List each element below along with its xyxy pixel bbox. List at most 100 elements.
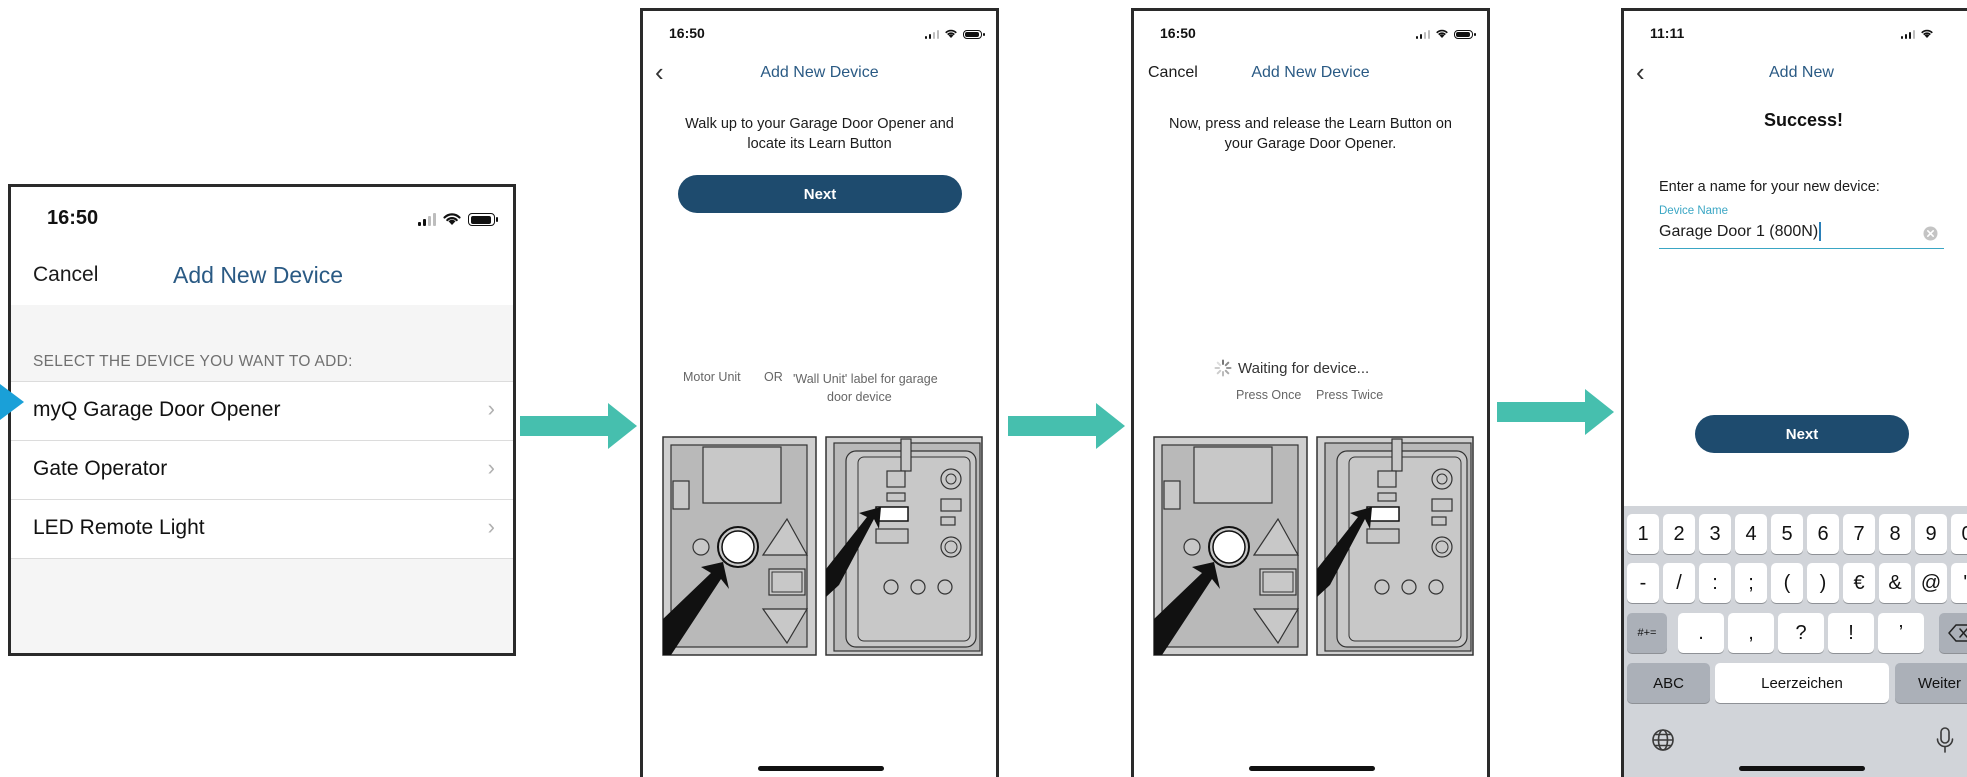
device-name-input[interactable]: Garage Door 1 (800N) xyxy=(1659,222,1821,241)
key-more-symbols[interactable]: #+= xyxy=(1627,613,1667,653)
key-symbol-4[interactable]: ( xyxy=(1771,563,1803,603)
list-item-gate-operator[interactable]: Gate Operator › xyxy=(11,440,513,499)
key-symbol-5[interactable]: ) xyxy=(1807,563,1839,603)
key-punct-4[interactable]: ’ xyxy=(1878,613,1924,653)
battery-icon xyxy=(963,30,985,39)
key-digit-2[interactable]: 3 xyxy=(1699,514,1731,554)
key-digit-4[interactable]: 5 xyxy=(1771,514,1803,554)
clear-icon[interactable] xyxy=(1923,226,1938,241)
battery-icon xyxy=(1454,30,1476,39)
key-space[interactable]: Leerzeichen xyxy=(1715,663,1889,703)
list-item-garage-door-opener[interactable]: myQ Garage Door Opener › xyxy=(11,381,513,440)
key-symbol-8[interactable]: @ xyxy=(1915,563,1947,603)
status-icons xyxy=(418,211,498,226)
key-symbol-7[interactable]: & xyxy=(1879,563,1911,603)
key-digit-3[interactable]: 4 xyxy=(1735,514,1767,554)
waiting-status: Waiting for device... xyxy=(1214,359,1369,377)
label-wall-unit: 'Wall Unit' label for garage door device xyxy=(793,372,938,404)
key-symbol-3[interactable]: ; xyxy=(1735,563,1767,603)
label-press-once: Press Once xyxy=(1236,388,1302,402)
status-time: 16:50 xyxy=(669,25,705,41)
battery-icon xyxy=(468,213,498,226)
key-digit-7[interactable]: 8 xyxy=(1879,514,1911,554)
learn-button-illustration xyxy=(1153,436,1474,656)
key-digit-9[interactable]: 0 xyxy=(1951,514,1967,554)
learn-button-illustration xyxy=(662,436,983,656)
page-title: Add New xyxy=(1769,64,1834,81)
text-cursor xyxy=(1819,222,1821,241)
flow-arrow-icon xyxy=(1008,403,1125,449)
wifi-icon xyxy=(1921,29,1933,39)
wifi-icon xyxy=(1436,29,1448,39)
screen-name-device: 11:11 ‹ Add New Success! Enter a name fo… xyxy=(1621,8,1967,777)
home-indicator xyxy=(1249,766,1375,771)
key-abc[interactable]: ABC xyxy=(1627,663,1710,703)
status-icons xyxy=(1416,28,1476,39)
next-button[interactable]: Next xyxy=(678,175,962,213)
key-digit-0[interactable]: 1 xyxy=(1627,514,1659,554)
chevron-right-icon: › xyxy=(487,455,495,480)
key-symbol-1[interactable]: / xyxy=(1663,563,1695,603)
back-button[interactable]: ‹ xyxy=(1636,57,1645,88)
wifi-icon xyxy=(443,213,461,225)
device-name-field[interactable]: Device Name Garage Door 1 (800N) xyxy=(1659,205,1944,249)
list-item-label: LED Remote Light xyxy=(33,516,205,539)
screen-select-device: 16:50 Cancel Add New Device SELECT THE D… xyxy=(8,184,516,656)
home-indicator xyxy=(758,766,884,771)
key-weiter[interactable]: Weiter xyxy=(1895,663,1967,703)
label-motor-unit: Motor Unit xyxy=(683,370,741,384)
key-punct-3[interactable]: ! xyxy=(1828,613,1874,653)
chevron-right-icon: › xyxy=(487,514,495,539)
key-digit-5[interactable]: 6 xyxy=(1807,514,1839,554)
key-digit-1[interactable]: 2 xyxy=(1663,514,1695,554)
key-digit-6[interactable]: 7 xyxy=(1843,514,1875,554)
success-heading: Success! xyxy=(1764,110,1844,130)
screen-press-learn-button: 16:50 Cancel Add New Device Now, press a… xyxy=(1131,8,1490,777)
key-delete[interactable] xyxy=(1939,613,1967,653)
key-punct-0[interactable]: . xyxy=(1678,613,1724,653)
signal-icon xyxy=(925,30,939,39)
label-press-twice: Press Twice xyxy=(1316,388,1384,402)
list-item-label: Gate Operator xyxy=(33,457,168,480)
signal-icon xyxy=(1416,30,1430,39)
cancel-button[interactable]: Cancel xyxy=(33,263,98,287)
status-time: 11:11 xyxy=(1650,25,1685,41)
key-symbol-0[interactable]: - xyxy=(1627,563,1659,603)
list-item-led-remote-light[interactable]: LED Remote Light › xyxy=(11,499,513,559)
globe-icon[interactable] xyxy=(1651,728,1675,752)
spinner-icon xyxy=(1214,359,1232,377)
status-icons xyxy=(1901,28,1934,39)
key-punct-1[interactable]: , xyxy=(1728,613,1774,653)
key-digit-8[interactable]: 9 xyxy=(1915,514,1947,554)
page-title: Add New Device xyxy=(173,262,344,288)
signal-icon xyxy=(418,213,436,226)
field-label: Device Name xyxy=(1659,205,1729,217)
key-punct-2[interactable]: ? xyxy=(1778,613,1824,653)
page-title: Add New Device xyxy=(760,64,879,81)
wifi-icon xyxy=(945,29,957,39)
keyboard: 1234567890 -/:;()€&@" #+= .,?!’ ABC Leer… xyxy=(1624,506,1967,777)
status-time: 16:50 xyxy=(47,207,99,229)
label-or: OR xyxy=(764,370,783,384)
key-symbol-6[interactable]: € xyxy=(1843,563,1875,603)
key-symbol-2[interactable]: : xyxy=(1699,563,1731,603)
list-item-label: myQ Garage Door Opener xyxy=(33,398,281,421)
flow-arrow-icon xyxy=(1497,389,1614,435)
instruction-text: Walk up to your Garage Door Opener and l… xyxy=(685,116,954,152)
microphone-icon[interactable] xyxy=(1936,727,1954,754)
next-button[interactable]: Next xyxy=(1695,415,1909,453)
chevron-right-icon: › xyxy=(487,396,495,421)
page-title: Add New Device xyxy=(1251,64,1370,81)
signal-icon xyxy=(1901,30,1915,39)
screen-locate-learn-button: 16:50 ‹ Add New Device Walk up to your G… xyxy=(640,8,999,777)
key-symbol-9[interactable]: " xyxy=(1951,563,1967,603)
pointer-arrow-icon xyxy=(0,384,24,420)
status-icons xyxy=(925,28,985,39)
instruction-text: Now, press and release the Learn Button … xyxy=(1169,116,1452,152)
section-header: SELECT THE DEVICE YOU WANT TO ADD: xyxy=(33,353,353,370)
name-prompt: Enter a name for your new device: xyxy=(1659,179,1880,195)
flow-arrow-icon xyxy=(520,403,637,449)
delete-icon xyxy=(1948,624,1967,642)
home-indicator xyxy=(1739,766,1865,771)
waiting-text: Waiting for device... xyxy=(1238,359,1370,377)
